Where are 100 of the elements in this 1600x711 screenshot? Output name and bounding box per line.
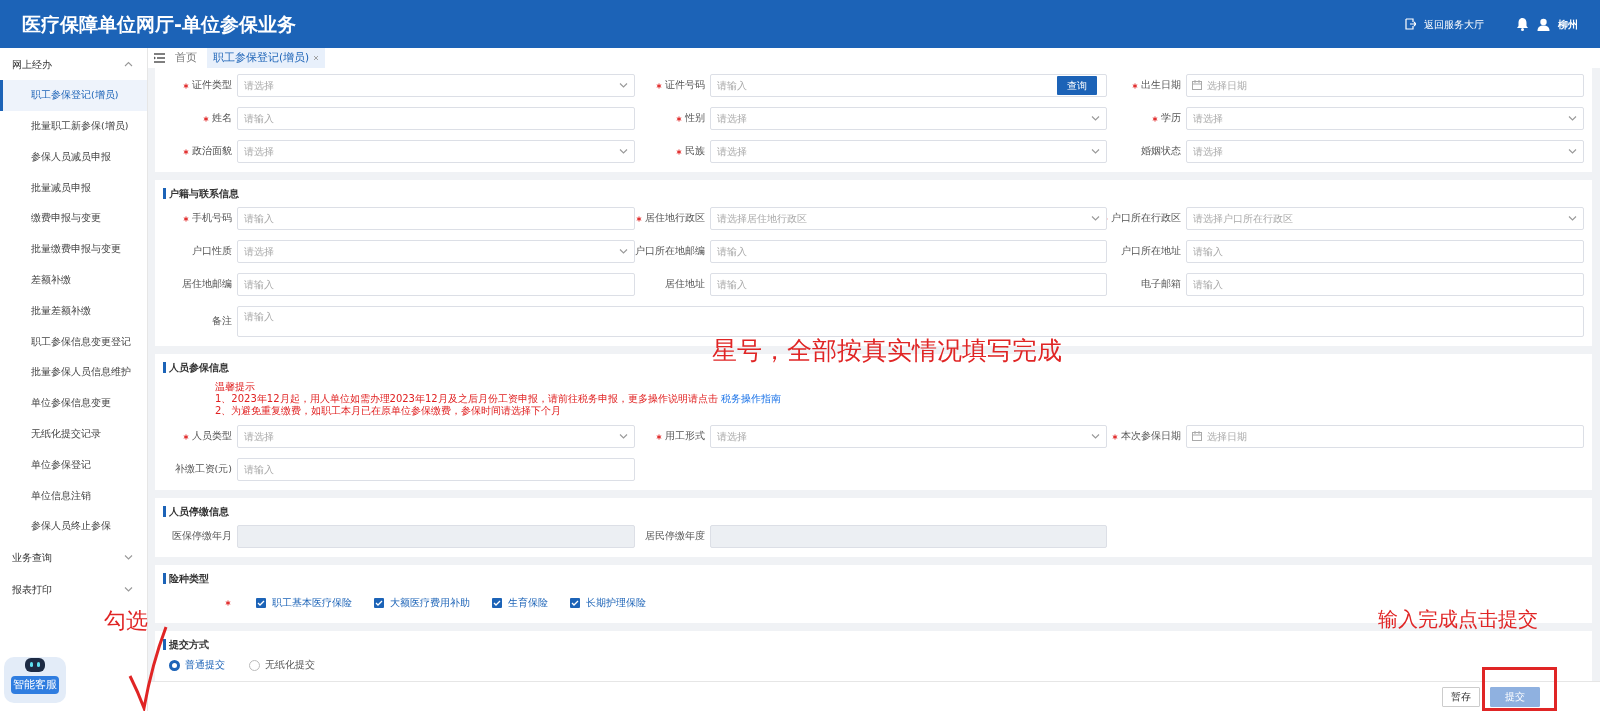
query-button[interactable]: 查询 — [1057, 76, 1098, 95]
field-label: 性别 — [684, 111, 705, 126]
calendar-icon — [1192, 431, 1203, 441]
field-label: 姓名 — [212, 111, 232, 126]
calendar-icon — [1192, 80, 1203, 90]
date-field[interactable]: 选择日期 — [1186, 425, 1584, 448]
checkbox-label: 长期护理保险 — [586, 596, 646, 610]
select-field[interactable]: 请选择 — [237, 74, 635, 97]
checkbox[interactable] — [492, 598, 502, 609]
return-link[interactable]: 返回服务大厅 — [1424, 16, 1484, 32]
select-field[interactable]: 请选择 — [709, 425, 1108, 448]
field-label: 医保停缴年月 — [172, 529, 232, 544]
section-title: 险种类型 — [155, 565, 1584, 592]
sidebar-item[interactable]: 职工参保信息变更登记 — [0, 326, 147, 358]
select-field[interactable]: 请选择 — [709, 107, 1108, 130]
sidebar-group[interactable]: 报表打印 — [0, 573, 147, 606]
radio-button[interactable] — [169, 659, 180, 671]
sidebar-item[interactable]: 单位信息注销 — [0, 480, 147, 512]
save-button[interactable]: 暂存 — [1442, 686, 1480, 707]
field-label: 人员类型 — [192, 429, 232, 444]
select-field[interactable]: 请选择 — [237, 140, 635, 163]
field-label: 证件号码 — [664, 78, 705, 93]
sidebar-item[interactable]: 批量参保人员信息维护 — [0, 357, 147, 388]
radio-label: 普通提交 — [185, 658, 225, 673]
sidebar-item[interactable]: 单位参保登记 — [0, 449, 147, 481]
textarea-field[interactable]: 请输入 — [237, 306, 1584, 337]
input-field[interactable]: 请输入 — [709, 273, 1108, 296]
notice-text: 2、为避免重复缴费，如职工本月已在原单位参保缴费，参保时间请选择下个月 — [215, 405, 563, 417]
checkbox-label: 生育保险 — [508, 596, 548, 610]
user-icon — [1537, 17, 1550, 31]
section-title: 提交方式 — [155, 631, 1584, 659]
checkbox[interactable] — [374, 598, 384, 609]
tab[interactable]: 职工参保登记(增员) — [207, 48, 326, 68]
input-field[interactable]: 请输入 — [237, 273, 635, 296]
check-icon — [257, 600, 265, 607]
field-label: 民族 — [684, 144, 705, 159]
chevron-down-icon — [1091, 148, 1101, 155]
radio-label: 无纸化提交 — [265, 658, 315, 673]
check-icon — [493, 600, 501, 607]
input-field[interactable]: 请输入 — [237, 458, 635, 481]
sidebar-item[interactable]: 缴费申报与变更 — [0, 203, 147, 234]
chevron-down-icon — [1091, 215, 1101, 222]
sidebar-item[interactable]: 单位参保信息变更 — [0, 387, 147, 419]
sidebar-group[interactable]: 业务查询 — [0, 541, 147, 574]
sidebar-item[interactable]: 批量减员申报 — [0, 172, 147, 204]
select-field[interactable]: 请选择 — [237, 240, 635, 263]
select-field[interactable]: 请选择 — [1186, 107, 1584, 130]
input-field[interactable]: 请输入 — [1186, 240, 1584, 263]
assistant-button[interactable]: 智能客服 — [4, 657, 66, 703]
input-field[interactable]: 请输入 — [709, 240, 1108, 263]
date-field[interactable]: 选择日期 — [1186, 74, 1584, 97]
field-label: 学历 — [1161, 111, 1182, 126]
radio-button[interactable] — [249, 659, 260, 671]
robot-icon — [24, 657, 46, 673]
field-label: 手机号码 — [192, 211, 232, 226]
field-label: 证件类型 — [192, 78, 232, 93]
field-label: 户口所在地邮编 — [634, 244, 705, 259]
field-label: 备注 — [212, 314, 232, 329]
input-field[interactable]: 请输入 — [237, 207, 635, 230]
tab[interactable]: 首页 — [169, 48, 203, 68]
select-field[interactable]: 请选择 — [237, 425, 635, 448]
sidebar-item[interactable]: 参保人员减员申报 — [0, 141, 147, 173]
notice-title: 温馨提示 — [215, 381, 256, 393]
sidebar-item[interactable]: 批量缴费申报与变更 — [0, 234, 147, 265]
chevron-down-icon — [1091, 433, 1101, 440]
select-field[interactable]: 请选择居住地行政区 — [709, 207, 1108, 230]
field-label: 户口所在地址 — [1121, 244, 1182, 259]
chevron-down-icon — [1568, 148, 1577, 155]
annotation-note: 勾选 — [104, 607, 148, 635]
field-label: 补缴工资(元) — [174, 462, 232, 477]
select-field[interactable]: 请选择户口所在行政区 — [1186, 207, 1584, 230]
user-name: 柳州 — [1558, 17, 1578, 32]
field-label: 户口性质 — [192, 244, 232, 259]
chevron-down-icon — [1568, 215, 1577, 222]
chevron-down-icon — [618, 148, 628, 155]
input-field[interactable]: 请输入 — [1186, 273, 1584, 296]
field-label: 户口所在行政区 — [1111, 211, 1182, 226]
sidebar-group[interactable]: 网上经办 — [0, 48, 147, 80]
guide-link[interactable]: 税务操作指南 — [720, 393, 781, 404]
checkbox[interactable] — [256, 598, 266, 609]
select-field[interactable]: 请选择 — [709, 140, 1108, 163]
checkbox[interactable] — [570, 598, 580, 609]
field-label: 居住地行政区 — [644, 211, 705, 226]
sidebar-item[interactable]: 批量职工新参保(增员) — [0, 110, 147, 142]
chevron-down-icon — [618, 82, 628, 89]
field-label: 婚姻状态 — [1141, 144, 1182, 159]
sidebar-item[interactable]: 差额补缴 — [0, 264, 147, 296]
field-label: 居住地址 — [664, 277, 705, 292]
close-icon — [313, 55, 320, 61]
notice-text: 1、2023年12月起，用人单位如需办理2023年12月及之后月份工资申报，请前往税务申报，更多操作说明请点击 税务操作指南 — [215, 393, 782, 405]
app-title: 医疗保障单位网厅-单位参保业务 — [22, 11, 296, 37]
sidebar-item[interactable]: 无纸化提交记录 — [0, 418, 147, 450]
exit-icon — [1405, 18, 1416, 30]
select-field[interactable]: 请选择 — [1186, 140, 1584, 163]
input-field[interactable]: 请输入 — [237, 107, 635, 130]
section-title: 人员停缴信息 — [155, 498, 1584, 525]
sidebar-item[interactable]: 职工参保登记(增员) — [0, 80, 147, 111]
chevron-down-icon — [618, 433, 628, 440]
sidebar-item[interactable]: 参保人员终止参保 — [0, 511, 147, 542]
sidebar-item[interactable]: 批量差额补缴 — [0, 295, 147, 327]
